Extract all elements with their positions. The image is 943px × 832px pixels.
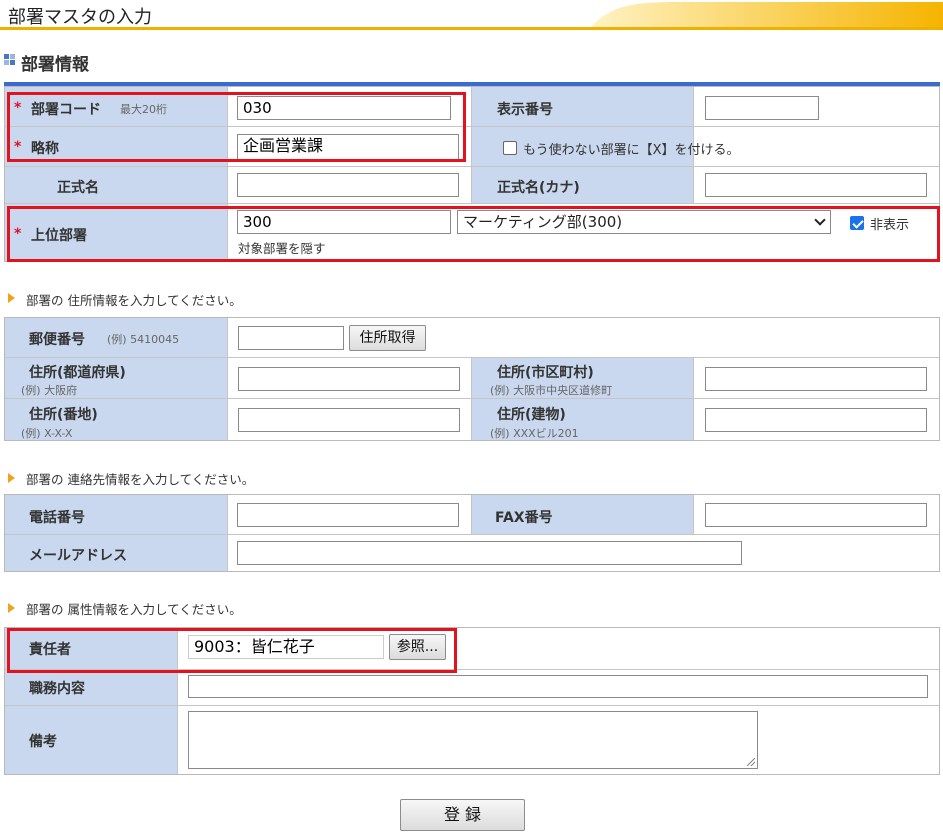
city-input[interactable]: [705, 367, 927, 391]
resize-grip-icon[interactable]: [747, 758, 755, 766]
register-button[interactable]: 登 録: [400, 799, 525, 831]
note-arrow-icon: [8, 293, 15, 303]
official-name-input[interactable]: [237, 173, 459, 197]
block-input[interactable]: [238, 408, 460, 432]
official-name-label: 正式名: [57, 180, 99, 196]
official-kana-input[interactable]: [705, 173, 927, 197]
highlight-box: [7, 628, 457, 673]
fax-label: FAX番号: [495, 510, 553, 526]
fax-input[interactable]: [705, 503, 927, 527]
retire-checkbox-label: もう使わない部署に【X】を付ける。: [523, 143, 740, 158]
duties-input[interactable]: [188, 675, 928, 698]
address-note: 部署の 住所情報を入力してください。: [26, 293, 242, 308]
official-kana-label: 正式名(カナ): [497, 180, 580, 196]
block-example: (例) X-X-X: [21, 427, 73, 440]
remarks-textarea[interactable]: [188, 711, 758, 769]
remarks-label: 備考: [29, 734, 57, 750]
display-no-label: 表示番号: [497, 102, 553, 118]
building-example: (例) XXXビル201: [490, 427, 579, 440]
mail-label: メールアドレス: [29, 548, 127, 564]
postal-input[interactable]: [238, 326, 344, 350]
section-icon: [4, 54, 15, 65]
phone-label: 電話番号: [29, 510, 85, 526]
page-title: 部署マスタの入力: [8, 7, 152, 28]
section-title: 部署情報: [21, 55, 89, 75]
pref-label: 住所(都道府県): [29, 365, 126, 381]
postal-example: (例) 5410045: [107, 333, 180, 346]
building-input[interactable]: [705, 408, 927, 432]
block-label: 住所(番地): [29, 407, 98, 423]
postal-label: 郵便番号: [29, 332, 85, 348]
mail-input[interactable]: [237, 541, 742, 565]
city-label: 住所(市区町村): [497, 365, 594, 381]
pref-input[interactable]: [238, 367, 460, 391]
highlight-box: [7, 206, 940, 262]
city-example: (例) 大阪市中央区道修町: [490, 384, 613, 397]
retire-checkbox[interactable]: [503, 141, 517, 155]
highlight-box: [7, 92, 466, 162]
address-lookup-button[interactable]: 住所取得: [349, 325, 426, 351]
display-no-input[interactable]: [705, 96, 819, 120]
duties-label: 職務内容: [29, 681, 85, 697]
contact-note: 部署の 連絡先情報を入力してください。: [26, 472, 255, 487]
pref-example: (例) 大阪府: [21, 384, 78, 397]
phone-input[interactable]: [237, 503, 459, 527]
note-arrow-icon: [8, 603, 15, 613]
building-label: 住所(建物): [497, 407, 566, 423]
attributes-note: 部署の 属性情報を入力してください。: [26, 602, 242, 617]
note-arrow-icon: [8, 473, 15, 483]
